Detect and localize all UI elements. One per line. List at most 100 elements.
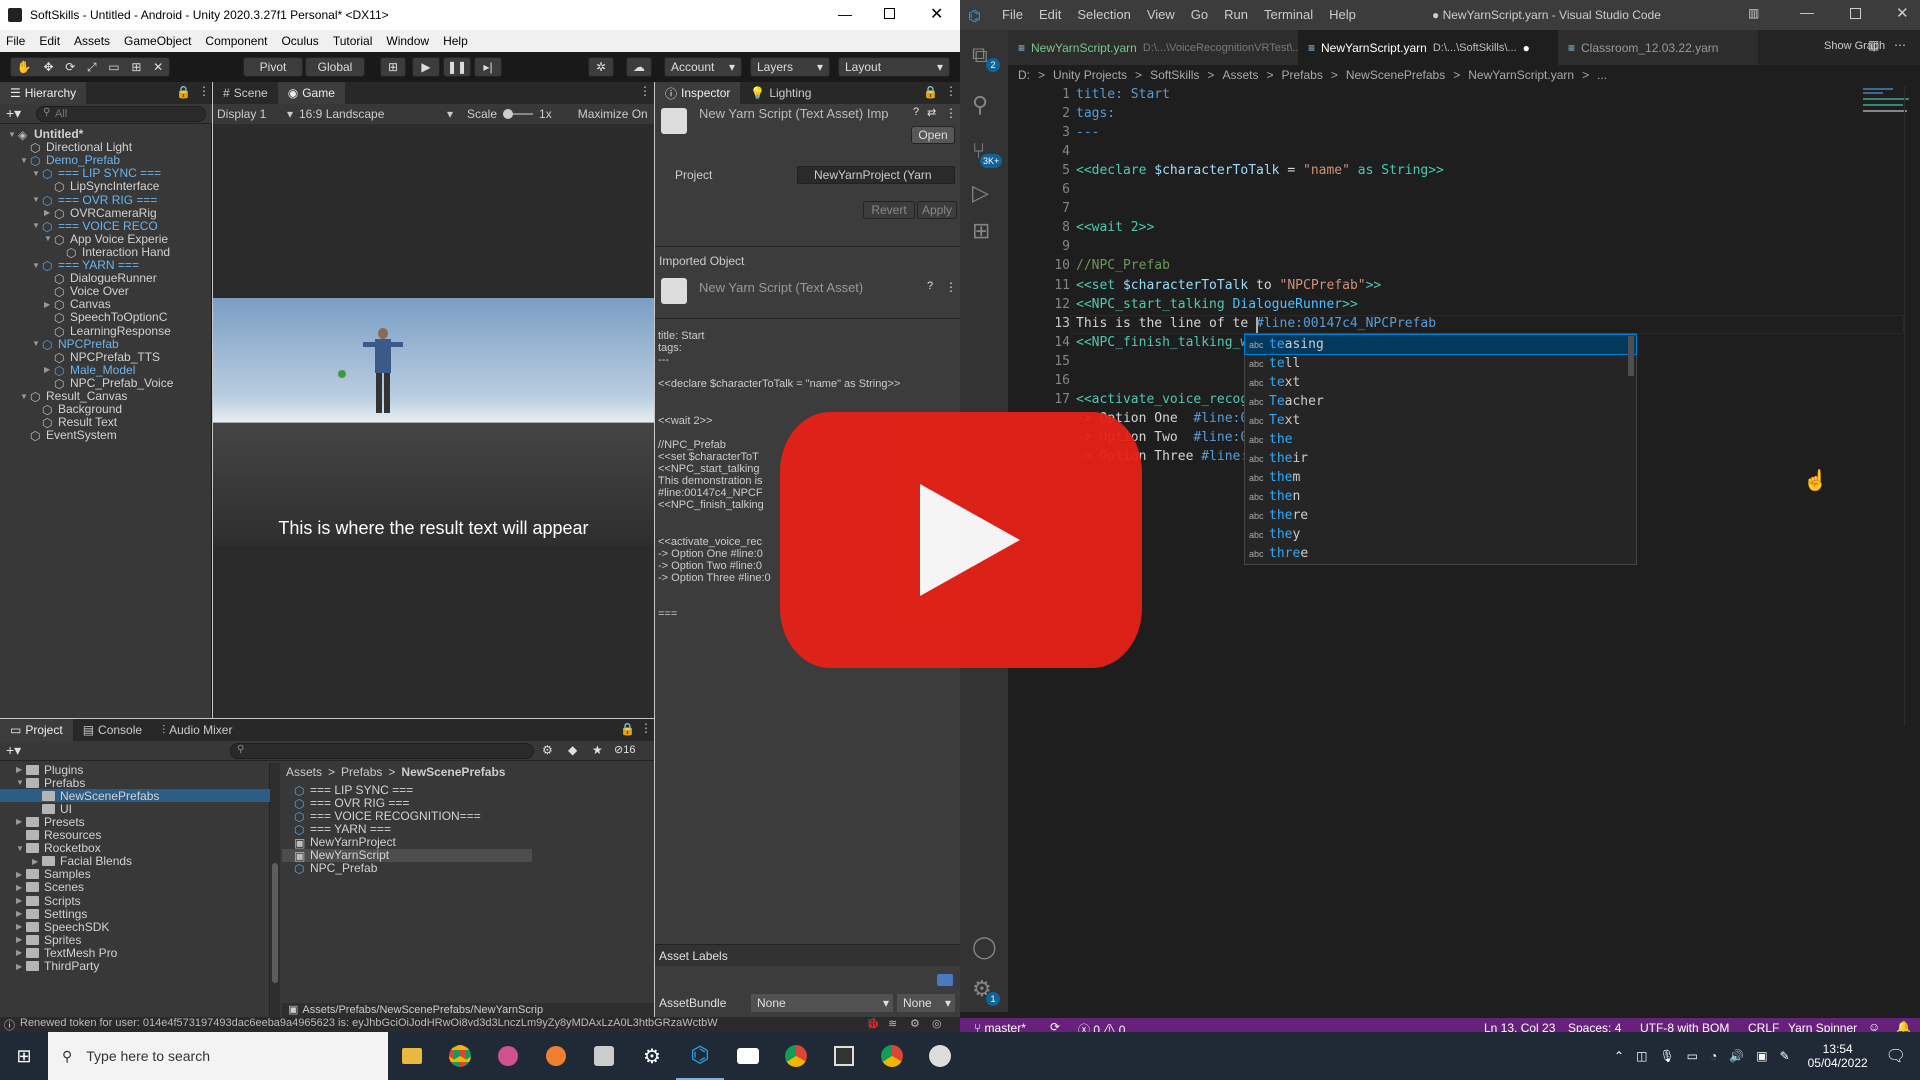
app-tray-icon[interactable]: ▣ bbox=[1756, 1049, 1767, 1063]
hierarchy-item[interactable]: ⬡ EventSystem bbox=[20, 427, 117, 443]
breadcrumb-item[interactable]: Prefabs bbox=[341, 765, 382, 779]
fold-arrow-icon[interactable]: ▼ bbox=[16, 778, 26, 787]
more-options-icon[interactable]: ⋮ bbox=[945, 280, 957, 294]
fold-arrow-icon[interactable]: ▶ bbox=[44, 208, 54, 217]
fold-arrow-icon[interactable]: ▼ bbox=[20, 156, 30, 165]
transform-tool-icon[interactable]: ⊞ bbox=[131, 60, 141, 74]
project-field[interactable]: NewYarnProject (Yarn bbox=[797, 166, 955, 184]
fold-arrow-icon[interactable]: ▼ bbox=[44, 234, 54, 243]
fold-arrow-icon[interactable]: ▶ bbox=[16, 883, 26, 892]
suggestion-item[interactable]: abc the ir bbox=[1245, 449, 1636, 468]
fold-arrow-icon[interactable]: ▼ bbox=[32, 195, 42, 204]
notifications-icon[interactable]: 🗨 bbox=[1886, 1046, 1906, 1066]
project-folder[interactable]: NewScenePrefabs bbox=[0, 789, 270, 803]
fold-arrow-icon[interactable]: ▶ bbox=[16, 935, 26, 944]
auto-generate-icon[interactable]: ⚙ bbox=[910, 1017, 920, 1030]
layout-dropdown[interactable]: Layout ▾ bbox=[838, 57, 950, 77]
unity-menu-item[interactable]: Assets bbox=[74, 34, 110, 48]
editor-tab[interactable]: ≡ NewYarnScript.yarn D:\...\SoftSkills\...… bbox=[1298, 30, 1558, 65]
pen-icon[interactable]: ✎ bbox=[1780, 1049, 1790, 1063]
maximize-icon[interactable] bbox=[1850, 8, 1861, 19]
more-options-icon[interactable]: ⋮ bbox=[640, 721, 652, 735]
language-mode[interactable]: Yarn Spinner bbox=[1788, 1021, 1857, 1032]
unity-taskbar-icon[interactable] bbox=[820, 1032, 868, 1080]
fold-arrow-icon[interactable]: ▶ bbox=[16, 870, 26, 879]
close-icon[interactable]: ✕ bbox=[930, 4, 943, 24]
vscode-menu-item[interactable]: Help bbox=[1329, 7, 1356, 22]
project-folder[interactable]: ▶ Scripts bbox=[0, 894, 270, 908]
fold-arrow-icon[interactable]: ▶ bbox=[16, 765, 26, 774]
suggestion-item[interactable]: abc the n bbox=[1245, 487, 1636, 506]
unity-menu-item[interactable]: Component bbox=[205, 34, 267, 48]
fold-arrow-icon[interactable]: ▼ bbox=[32, 221, 42, 230]
chrome-icon[interactable] bbox=[436, 1032, 484, 1080]
maximize-icon[interactable] bbox=[884, 8, 895, 19]
game-viewport[interactable]: This is where the result text will appea… bbox=[213, 298, 654, 546]
aspect-dropdown[interactable]: 16:9 Landscape ▾ bbox=[293, 107, 453, 121]
lock-icon[interactable]: 🔒 bbox=[923, 85, 938, 99]
tray-icon[interactable]: ◫ bbox=[1636, 1049, 1647, 1063]
tab-scene[interactable]: # Scene bbox=[213, 82, 278, 104]
scale-slider[interactable] bbox=[503, 109, 534, 119]
scale-tool-icon[interactable]: ⤢ bbox=[87, 60, 97, 75]
cursor-position[interactable]: Ln 13, Col 23 bbox=[1484, 1021, 1555, 1032]
suggestion-item[interactable]: abc te ll bbox=[1245, 354, 1636, 373]
unity-menu-item[interactable]: Edit bbox=[39, 34, 60, 48]
project-file[interactable]: ⬡ === OVR RIG === bbox=[282, 796, 532, 811]
collab-icon[interactable]: ✲ bbox=[588, 57, 614, 77]
help-icon[interactable]: ? bbox=[927, 280, 933, 292]
notifications-icon[interactable]: 🔔 bbox=[1896, 1020, 1911, 1032]
fold-arrow-icon[interactable]: ▶ bbox=[16, 909, 26, 918]
file-explorer-icon[interactable] bbox=[388, 1032, 436, 1080]
microphone-icon[interactable]: 🎙 bbox=[1659, 1049, 1674, 1063]
fold-arrow-icon[interactable]: ▼ bbox=[16, 844, 26, 853]
vscode-menu-item[interactable]: View bbox=[1147, 7, 1175, 22]
breadcrumb-item[interactable]: Prefabs bbox=[1281, 68, 1322, 82]
vscode-menu-item[interactable]: Run bbox=[1224, 7, 1248, 22]
minimize-icon[interactable]: — bbox=[1800, 4, 1814, 20]
apply-button[interactable]: Apply bbox=[917, 201, 957, 219]
layout-icon[interactable]: ▥ bbox=[1748, 6, 1759, 20]
vscode-menu-item[interactable]: Go bbox=[1191, 7, 1208, 22]
project-search-input[interactable]: ⚲ bbox=[230, 743, 534, 759]
add-icon[interactable]: +▾ bbox=[6, 742, 21, 759]
breadcrumb-item[interactable]: Assets bbox=[1222, 68, 1258, 82]
move-tool-icon[interactable]: ✥ bbox=[43, 60, 53, 74]
tab-lighting[interactable]: 💡 Lighting bbox=[740, 82, 821, 104]
layers-dropdown[interactable]: Layers ▾ bbox=[750, 57, 830, 77]
unity-menu-item[interactable]: GameObject bbox=[124, 34, 191, 48]
project-folder[interactable]: ▶ SpeechSDK bbox=[0, 920, 270, 934]
fold-arrow-icon[interactable]: ▶ bbox=[44, 300, 54, 309]
problems-status[interactable]: ⓧ 0 ⚠ 0 bbox=[1078, 1021, 1125, 1032]
close-icon[interactable]: ✕ bbox=[1896, 4, 1909, 22]
debug-icon[interactable]: 🐞 bbox=[866, 1017, 880, 1030]
assetbundle-dropdown[interactable]: None ▾ bbox=[751, 994, 893, 1012]
fold-arrow-icon[interactable]: ▼ bbox=[20, 392, 30, 401]
unity-hub-icon[interactable] bbox=[580, 1032, 628, 1080]
encoding-status[interactable]: UTF-8 with BOM bbox=[1640, 1021, 1729, 1032]
fold-arrow-icon[interactable]: ▼ bbox=[32, 339, 42, 348]
assetbundle-variant-dropdown[interactable]: None ▾ bbox=[897, 994, 955, 1012]
suggestion-item[interactable]: abc the re bbox=[1245, 506, 1636, 525]
project-folder[interactable]: ▼ Rocketbox bbox=[0, 841, 270, 855]
suggestion-item[interactable]: abc the y bbox=[1245, 525, 1636, 544]
filter-type-icon[interactable]: ⚙ bbox=[542, 743, 553, 757]
pivot-toggle[interactable]: Pivot bbox=[243, 57, 303, 77]
project-folder[interactable]: ▼ Prefabs bbox=[0, 776, 270, 790]
show-hidden-icons[interactable]: ⌃ bbox=[1614, 1049, 1624, 1063]
project-folder[interactable]: ▶ Settings bbox=[0, 907, 270, 921]
add-icon[interactable]: +▾ bbox=[6, 105, 21, 122]
suggestion-scrollbar[interactable] bbox=[1628, 336, 1634, 376]
split-editor-icon[interactable]: ▥ bbox=[1868, 38, 1879, 52]
network-icon[interactable]: ◔ bbox=[1710, 1049, 1717, 1063]
lock-icon[interactable]: 🔒 bbox=[620, 722, 635, 736]
project-folder[interactable]: Resources bbox=[0, 828, 270, 842]
project-folder[interactable]: ▶ Samples bbox=[0, 867, 270, 881]
grid-snap-icon[interactable]: ⊞ bbox=[380, 57, 406, 77]
project-file[interactable]: ⬡ NPC_Prefab bbox=[282, 861, 532, 876]
breadcrumb-item[interactable]: NewScenePrefabs bbox=[401, 765, 505, 779]
sync-icon[interactable]: ◎ bbox=[932, 1017, 942, 1030]
suggestion-item[interactable]: abc te asing bbox=[1244, 334, 1637, 355]
fold-arrow-icon[interactable]: ▶ bbox=[16, 817, 26, 826]
settings-gear-icon[interactable]: ⚙ bbox=[628, 1032, 676, 1080]
